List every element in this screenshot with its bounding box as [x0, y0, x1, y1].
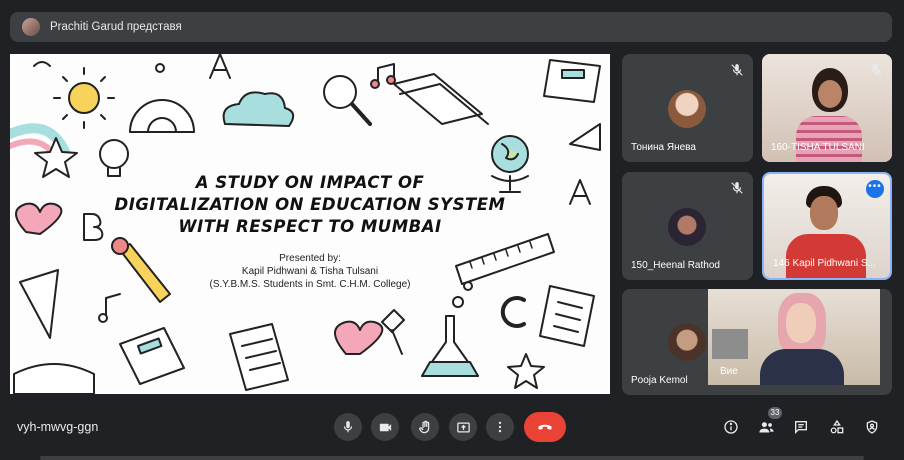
raise-hand-button[interactable] — [411, 413, 439, 441]
shield-icon — [866, 420, 878, 434]
microphone-button[interactable] — [334, 413, 362, 441]
slide-authors: Kapil Pidhwani & Tisha Tulsani — [241, 266, 379, 277]
mic-off-icon — [731, 64, 743, 76]
presenter-avatar — [22, 18, 40, 36]
chat-button[interactable] — [792, 418, 810, 436]
self-view-video[interactable]: Вие — [708, 289, 880, 385]
people-button[interactable] — [757, 418, 775, 436]
microphone-icon — [343, 421, 353, 433]
more-vertical-icon — [498, 421, 502, 433]
hang-up-icon — [538, 424, 552, 430]
self-view-face — [786, 303, 816, 343]
participant-avatar — [668, 90, 706, 128]
shared-presentation-slide[interactable]: A STUDY ON IMPACT OF DIGITALIZATION ON E… — [10, 54, 610, 394]
participant-name: Pooja Kemol — [631, 375, 688, 386]
slide-presented-by: Presented by: — [279, 253, 341, 264]
bottom-control-bar: vyh-mwvg-ggn 33 — [0, 404, 904, 450]
camera-icon — [379, 423, 391, 431]
participant-avatar — [668, 323, 706, 361]
presenter-banner-text: Prachiti Garud представя — [50, 21, 182, 33]
participant-tile[interactable]: Pooja Kemol Вие — [622, 289, 892, 395]
participant-name: 146 Kapil Pidhwani S... — [773, 258, 876, 269]
leave-call-button[interactable] — [524, 412, 566, 442]
self-view-label: Вие — [720, 366, 738, 377]
participant-tile[interactable]: 150_Heenal Rathod — [622, 172, 753, 280]
present-screen-icon — [456, 422, 470, 432]
meeting-code: vyh-mwvg-ggn — [17, 420, 99, 434]
participant-name: Тонина Янева — [631, 142, 696, 153]
more-options-button[interactable] — [486, 413, 514, 441]
participant-video-face — [810, 196, 838, 230]
horizontal-scrollbar[interactable] — [40, 456, 864, 460]
slide-affiliation: (S.Y.B.M.S. Students in Smt. C.H.M. Coll… — [209, 279, 411, 290]
participant-video-shirt — [796, 116, 862, 162]
self-view-background-object — [712, 329, 748, 359]
more-options-icon[interactable]: ••• — [866, 180, 884, 198]
present-now-button[interactable] — [449, 413, 477, 441]
activities-icon — [830, 419, 844, 434]
camera-button[interactable] — [371, 413, 399, 441]
slide-title: A STUDY ON IMPACT OF DIGITALIZATION ON E… — [114, 173, 506, 236]
mic-off-icon — [870, 64, 882, 76]
meeting-details-button[interactable] — [722, 418, 740, 436]
participant-name: 150_Heenal Rathod — [631, 260, 720, 271]
mic-off-icon — [731, 182, 743, 194]
participant-name: 160-TISHA TULSANI — [771, 142, 865, 153]
presenter-banner: Prachiti Garud представя — [10, 12, 892, 42]
participant-video-shirt — [786, 234, 866, 278]
participant-tile-active-speaker[interactable]: ••• 146 Kapil Pidhwani S... — [762, 172, 892, 280]
info-icon — [724, 420, 738, 434]
participant-video-face — [818, 80, 842, 108]
activities-button[interactable] — [828, 418, 846, 436]
self-view-shirt — [760, 349, 844, 385]
participant-tile[interactable]: Тонина Янева — [622, 54, 753, 162]
participant-avatar — [668, 208, 706, 246]
host-controls-button[interactable] — [863, 418, 881, 436]
hand-icon — [418, 420, 429, 433]
people-icon — [758, 421, 774, 432]
chat-icon — [795, 421, 807, 434]
participant-tile[interactable]: 160-TISHA TULSANI — [762, 54, 892, 162]
